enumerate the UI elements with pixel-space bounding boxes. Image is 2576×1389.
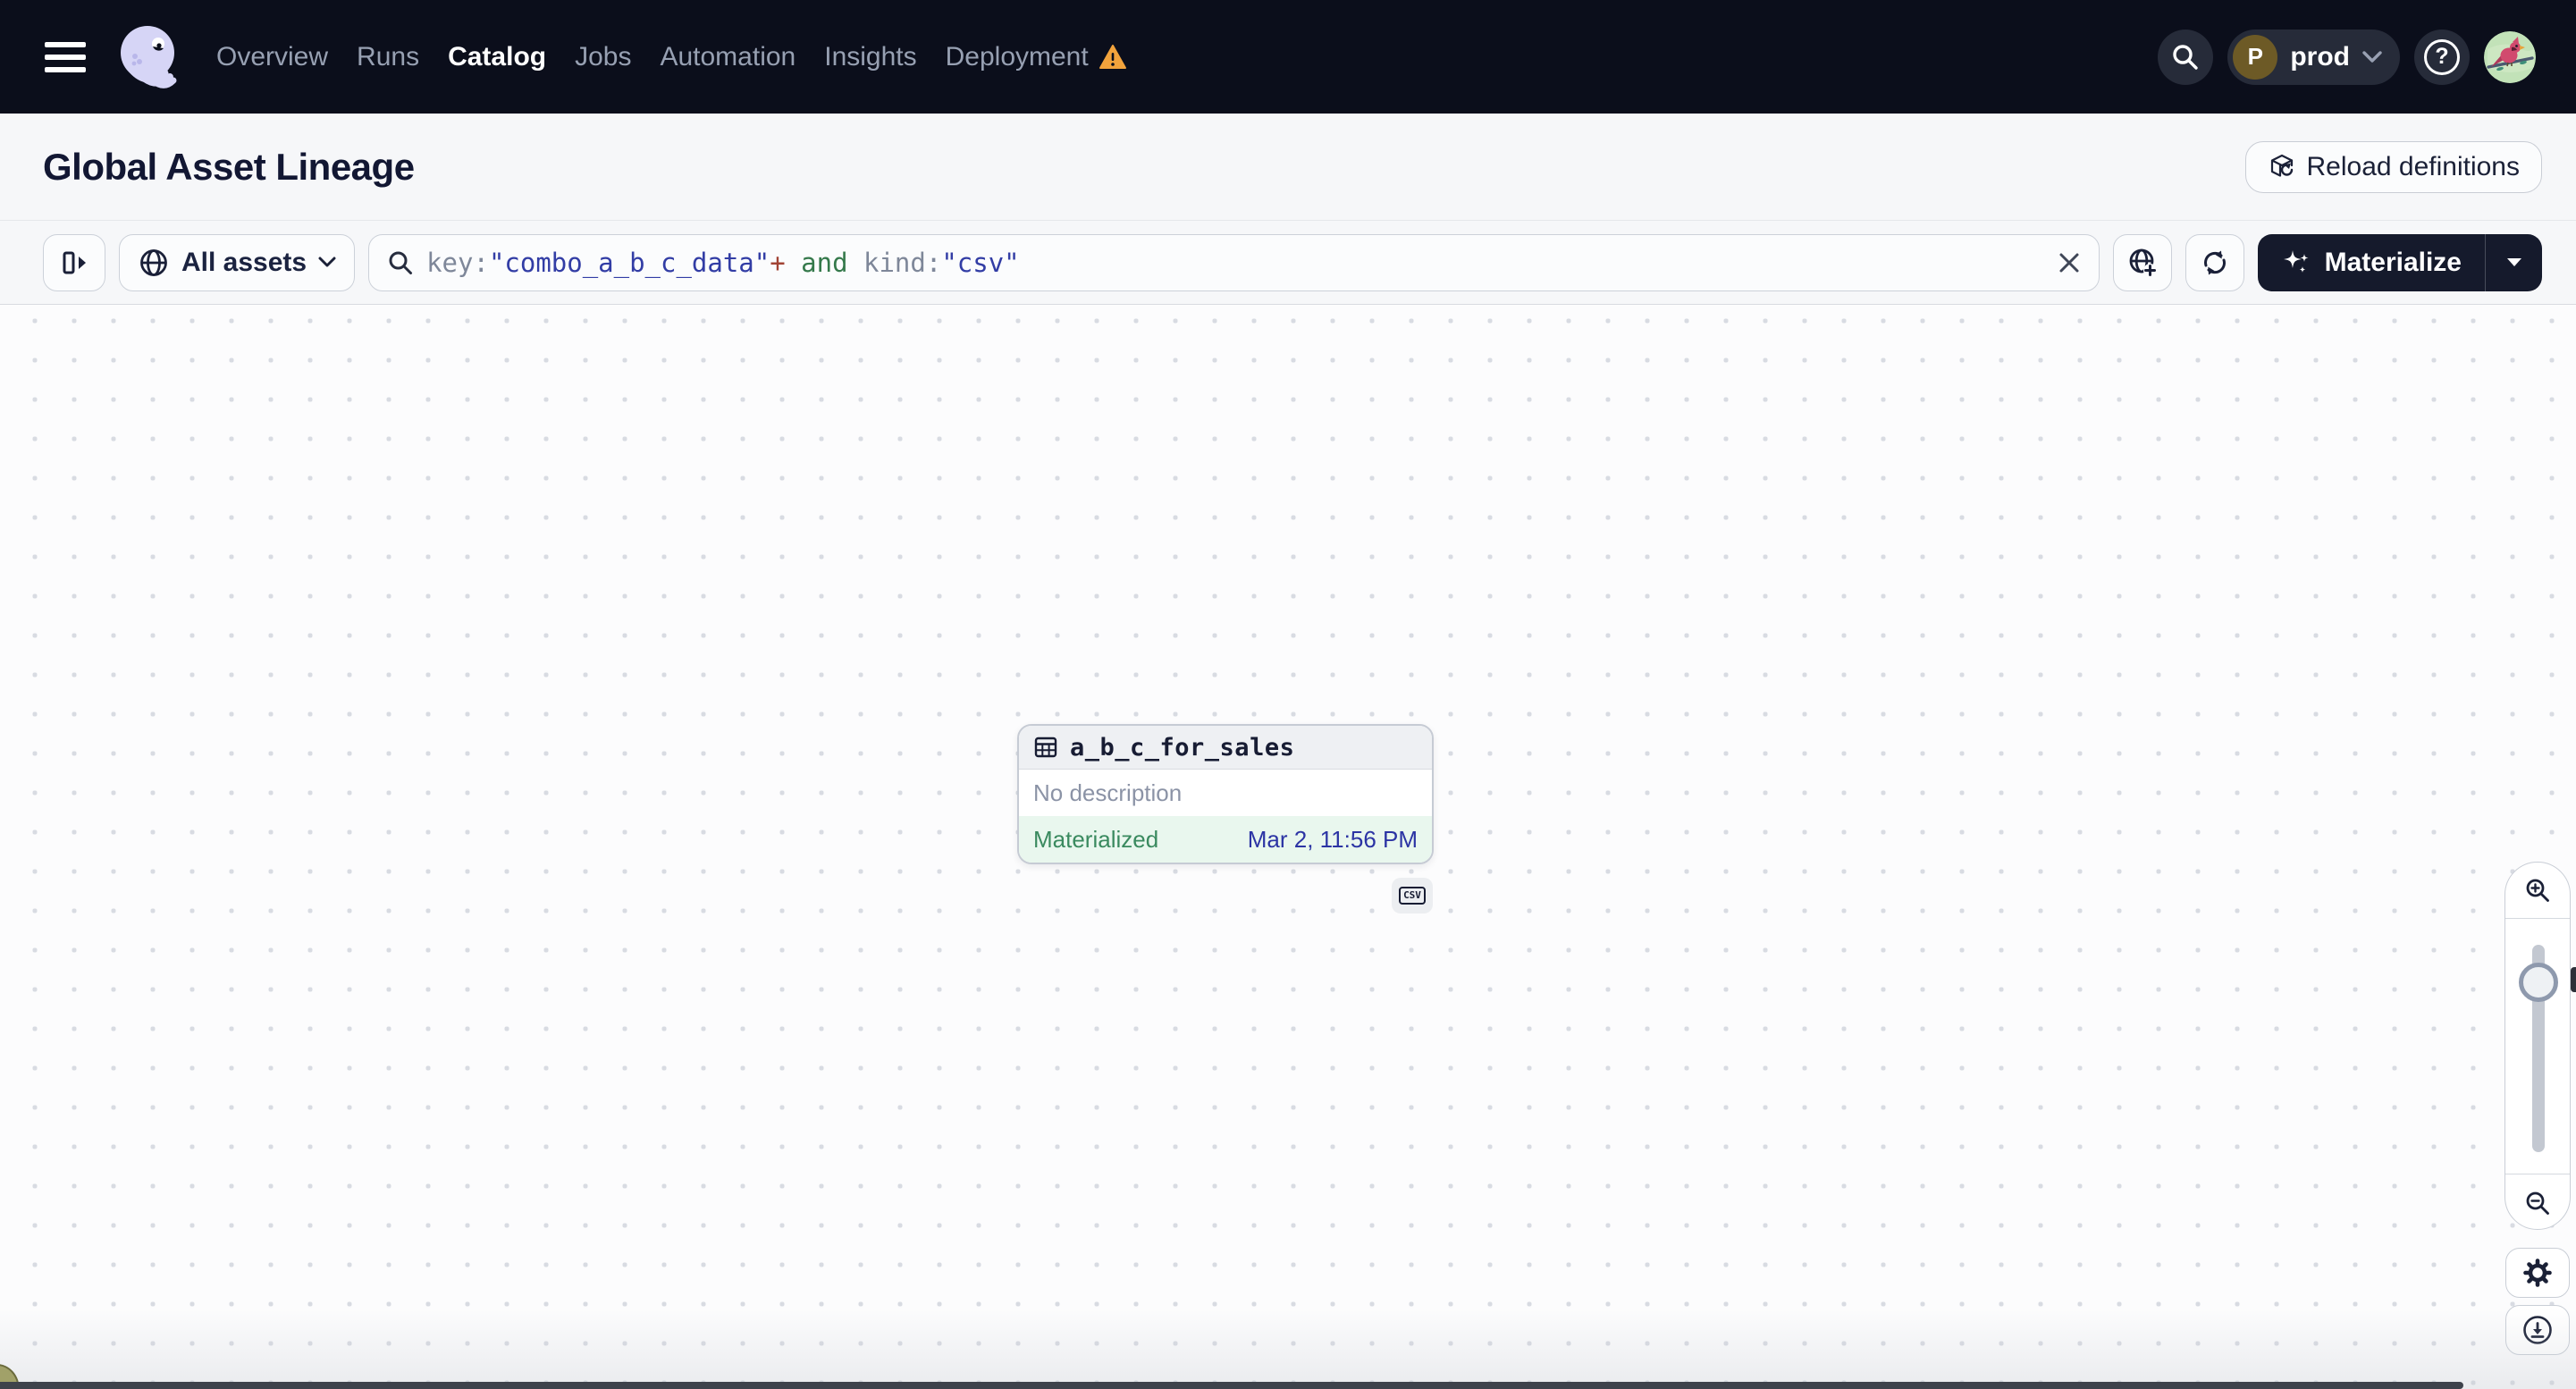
search-query-text: key:"combo_a_b_c_data"+ and kind:"csv": [426, 248, 2045, 278]
nav-automation[interactable]: Automation: [660, 42, 796, 72]
nav-deployment-label: Deployment: [945, 41, 1089, 72]
reload-definitions-icon: [2268, 153, 2296, 181]
panel-expand-icon: [57, 246, 91, 280]
nav-jobs[interactable]: Jobs: [575, 42, 631, 72]
help-button[interactable]: ?: [2414, 29, 2470, 85]
sparkles-icon: [2281, 247, 2313, 279]
lineage-graph-canvas[interactable]: a_b_c_for_sales No description Materiali…: [0, 305, 2576, 1389]
page-header: Global Asset Lineage Reload definitions: [0, 114, 2576, 221]
external-assets-filter-button[interactable]: [2112, 233, 2172, 291]
materialize-button[interactable]: Materialize: [2258, 234, 2485, 291]
clear-search-icon[interactable]: [2058, 251, 2081, 274]
open-sidebar-button[interactable]: [43, 233, 105, 291]
user-avatar[interactable]: [2484, 30, 2536, 83]
caret-down-icon: [2506, 258, 2521, 266]
env-avatar: P: [2233, 34, 2278, 80]
nav-deployment[interactable]: Deployment: [946, 42, 1127, 72]
chevron-down-icon: [2362, 50, 2382, 63]
asset-name: a_b_c_for_sales: [1070, 733, 1295, 762]
asset-kind-badge-csv[interactable]: CSV: [1392, 878, 1433, 913]
asset-description: No description: [1033, 779, 1183, 806]
top-navigation-bar: Overview Runs Catalog Jobs Automation In…: [0, 0, 2576, 114]
materialize-label: Materialize: [2324, 247, 2462, 277]
asset-node[interactable]: a_b_c_for_sales No description Materiali…: [1017, 724, 1434, 864]
hamburger-menu-icon[interactable]: [45, 41, 86, 72]
zoom-out-icon: [2524, 1190, 2551, 1216]
page-title: Global Asset Lineage: [43, 145, 415, 188]
download-icon: [2521, 1314, 2554, 1346]
env-label: prod: [2290, 41, 2350, 72]
topbar-right-cluster: P prod ?: [2158, 29, 2536, 85]
deployment-env-switcher[interactable]: P prod: [2227, 29, 2400, 85]
zoom-in-button[interactable]: [2505, 863, 2570, 919]
canvas-bottom-fade: [0, 1309, 2576, 1389]
search-icon: [387, 249, 414, 276]
lineage-toolbar: All assets key:"combo_a_b_c_data"+ and k…: [0, 221, 2576, 305]
asset-scope-label: All assets: [181, 247, 307, 277]
nav-insights[interactable]: Insights: [824, 42, 916, 72]
globe-plus-icon: [2126, 247, 2159, 279]
materialize-options-button[interactable]: [2485, 233, 2542, 291]
status-badge: Materialized: [1033, 825, 1159, 853]
csv-icon: CSV: [1399, 887, 1426, 905]
export-graph-button[interactable]: [2505, 1305, 2570, 1355]
gear-icon: [2522, 1258, 2553, 1288]
reload-definitions-button[interactable]: Reload definitions: [2244, 140, 2542, 193]
zoom-in-icon: [2524, 877, 2551, 904]
asset-node-header: a_b_c_for_sales: [1019, 726, 1432, 770]
materialize-split-button: Materialize: [2257, 233, 2542, 291]
query-and-token: and: [785, 247, 863, 278]
zoom-control: [2504, 862, 2571, 1230]
refresh-sync-icon: [2200, 248, 2230, 278]
zoom-slider-handle[interactable]: [2519, 963, 2558, 1002]
bottom-edge-bar: [0, 1382, 2463, 1389]
query-key-token: key:: [426, 247, 489, 278]
asset-search-input[interactable]: key:"combo_a_b_c_data"+ and kind:"csv": [368, 233, 2100, 291]
query-kind-token: kind:: [863, 247, 942, 278]
graph-settings-button[interactable]: [2505, 1248, 2570, 1298]
search-icon: [2170, 42, 2201, 72]
asset-status-row: Materialized Mar 2, 11:56 PM: [1019, 816, 1432, 863]
nav-runs[interactable]: Runs: [357, 42, 419, 72]
query-csv-token: "csv": [941, 247, 1020, 278]
asset-scope-dropdown[interactable]: All assets: [119, 233, 356, 291]
query-string-token: "combo_a_b_c_data": [488, 247, 770, 278]
reload-definitions-label: Reload definitions: [2306, 151, 2521, 181]
nav-catalog[interactable]: Catalog: [448, 42, 546, 72]
refresh-graph-button[interactable]: [2185, 233, 2244, 291]
globe-icon: [138, 247, 170, 279]
table-icon: [1033, 735, 1058, 760]
right-edge-artifact: [2571, 967, 2576, 992]
main-nav: Overview Runs Catalog Jobs Automation In…: [216, 42, 1127, 72]
zoom-out-button[interactable]: [2505, 1174, 2570, 1231]
chevron-down-icon: [318, 257, 336, 268]
materialization-timestamp[interactable]: Mar 2, 11:56 PM: [1248, 826, 1418, 854]
query-plus-token: +: [770, 247, 786, 278]
nav-overview[interactable]: Overview: [216, 42, 328, 72]
warning-triangle-icon: [1099, 44, 1127, 71]
dagster-logo-icon: [107, 16, 189, 98]
help-icon: ?: [2424, 38, 2460, 75]
global-search-button[interactable]: [2158, 29, 2214, 85]
